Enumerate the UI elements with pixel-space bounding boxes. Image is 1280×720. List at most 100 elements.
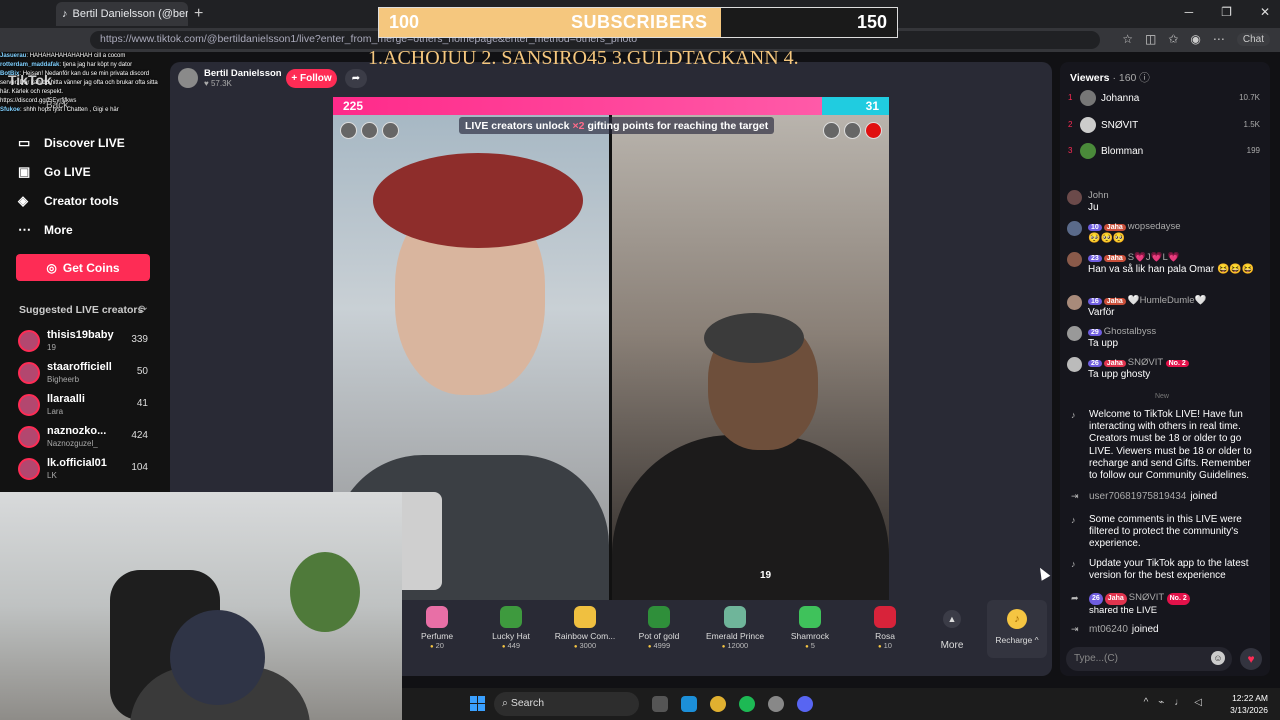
back-button[interactable]: Back [46,100,68,111]
emoji-icon[interactable]: ☺ [1211,651,1225,665]
favorites-icon[interactable]: ✩ [1168,32,1178,46]
gift-rosa[interactable]: Rosa 10 [850,606,920,650]
creator-name: naznozko... [47,425,107,437]
star-icon[interactable]: ☆ [1122,32,1133,46]
app-icon[interactable] [768,696,784,712]
nav-creator-tools[interactable]: ◈ Creator tools [18,194,119,209]
tiktok-icon: ♪ [1071,515,1076,525]
suggested-creator[interactable]: thisis19baby 19 339 [18,328,152,356]
creator-subtitle: Lara [47,407,64,416]
menu-dots-icon[interactable]: ⋯ [1213,32,1225,46]
enter-icon: ⇥ [1071,491,1079,501]
tv-icon: ▭ [18,135,31,150]
spotify-icon[interactable] [739,696,755,712]
top-viewer[interactable]: 3 Blomman 199 [1068,143,1262,163]
tiktok-logo[interactable]: TikTok [8,72,52,88]
get-coins-button[interactable]: ◎ Get Coins [16,254,150,281]
like-heart-icon[interactable]: ♥ [1240,648,1262,670]
suggested-creator[interactable]: staarofficiell Bigheerb 50 [18,360,152,388]
nav-discover-live[interactable]: ▭ Discover LIVE [18,135,125,151]
creator-subtitle: LK [47,471,57,480]
mic-icon[interactable]: ♩ [1174,697,1184,708]
gift-pot-of-gold[interactable]: Pot of gold 4999 [624,606,694,650]
battle-divider [609,115,612,600]
volume-icon[interactable]: ◁ [1194,697,1202,708]
gift-emerald-prince[interactable]: Emerald Prince 12000 [700,606,770,650]
subscribers-goal-bar: 100 SUBSCRIBERS 150 [378,7,898,38]
host-likes: ♥ 57.3K [204,79,232,88]
coin-icon: ◎ [46,260,57,275]
avatar [18,362,40,384]
host-info[interactable]: Bertil Danielsson ♥ 57.3K [178,68,282,88]
avatar [18,330,40,352]
copilot-chat-button[interactable]: Chat [1236,32,1270,46]
battle-score-fill [333,97,822,115]
network-icon[interactable]: ⌁ [1158,697,1164,708]
windows-start-icon[interactable] [470,696,486,712]
plant-shape [290,552,360,632]
new-tab-icon[interactable]: + [194,5,203,23]
webcam-edge [402,492,442,590]
tiktok-favicon-icon: ♪ [62,8,68,20]
chat-input[interactable]: Type...(C) [1066,647,1232,671]
avatar [1080,117,1096,133]
edge-icon[interactable] [681,696,697,712]
follow-button[interactable]: + Follow [286,69,337,88]
avatar [1080,143,1096,159]
subscribers-title: SUBSCRIBERS [571,12,708,32]
minimize-icon[interactable]: ─ [1185,5,1194,19]
rose-icon [874,606,896,628]
share-icon[interactable]: ➦ [345,69,367,88]
avatar [1080,90,1096,106]
gift-name: Rosa [875,631,895,641]
file-explorer-icon[interactable] [652,696,668,712]
dots-icon: ⋯ [18,222,31,237]
chrome-icon[interactable] [710,696,726,712]
camera-icon: ▣ [18,164,31,179]
taskbar-clock[interactable]: 12:22 AM 3/13/2026 [1230,692,1268,716]
left-top-gifters[interactable] [340,122,399,139]
nav-more[interactable]: ⋯ More [18,222,73,238]
right-top-gifters[interactable] [823,122,882,139]
avatar [18,426,40,448]
taskbar-search[interactable]: ⌕ Search [494,692,639,716]
maximize-icon[interactable]: ❐ [1221,5,1232,19]
recharge-button[interactable]: ♪ Recharge ^ [987,600,1047,658]
battle-score-bar: 225 31 [333,97,889,115]
lucky-hat-icon [500,606,522,628]
suggested-creator[interactable]: lk.official01 LK 104 [18,456,152,484]
gift-price: 5 [775,641,845,650]
cap-shape [704,313,804,363]
split-icon[interactable]: ◫ [1145,32,1156,46]
discord-icon[interactable] [797,696,813,712]
comment-text: 🥺🥺🥺 [1088,233,1126,244]
gift-rainbow[interactable]: Rainbow Com... 3000 [550,606,620,650]
host-avatar[interactable] [178,68,198,88]
avatar [18,394,40,416]
viewers-header[interactable]: Viewers · 160 ⓘ [1070,70,1150,85]
gift-perfume[interactable]: Perfume 20 [402,606,472,650]
more-gifts-button[interactable]: ▲ More [937,610,967,651]
suggested-creator[interactable]: naznozko... Naznozguzel_ 424 [18,424,152,452]
profile-icon[interactable]: ◉ [1190,32,1200,46]
gift-name: Perfume [420,631,454,641]
refresh-icon[interactable]: ⟳ [138,303,147,316]
chevron-up-icon[interactable]: ^ [1144,697,1149,708]
nav-label: Creator tools [44,194,119,208]
nav-go-live[interactable]: ▣ Go LIVE [18,164,91,180]
suggested-creator[interactable]: llaraalli Lara 41 [18,392,152,420]
avatar [1067,326,1082,341]
gift-shamrock[interactable]: Shamrock 5 [775,606,845,650]
top-viewer[interactable]: 2 SNØVIT 1.5K [1068,117,1262,137]
avatar [1067,295,1082,310]
top-viewer[interactable]: 1 Johanna 10.7K [1068,90,1262,110]
gift-lucky-hat[interactable]: Lucky Hat 449 [476,606,546,650]
avatar [1067,190,1082,205]
close-window-icon[interactable]: ✕ [1260,5,1270,19]
left-score: 225 [343,99,364,113]
gifting-notice: LIVE creators unlock ×2 gifting points for… [459,117,775,134]
gift-name: Shamrock [790,631,830,641]
browser-tab[interactable]: ♪ Bertil Danielsson (@bertil ✕ [56,2,188,26]
gift-name: Rainbow Com... [554,631,616,641]
host-name: Bertil Danielsson [204,68,282,79]
